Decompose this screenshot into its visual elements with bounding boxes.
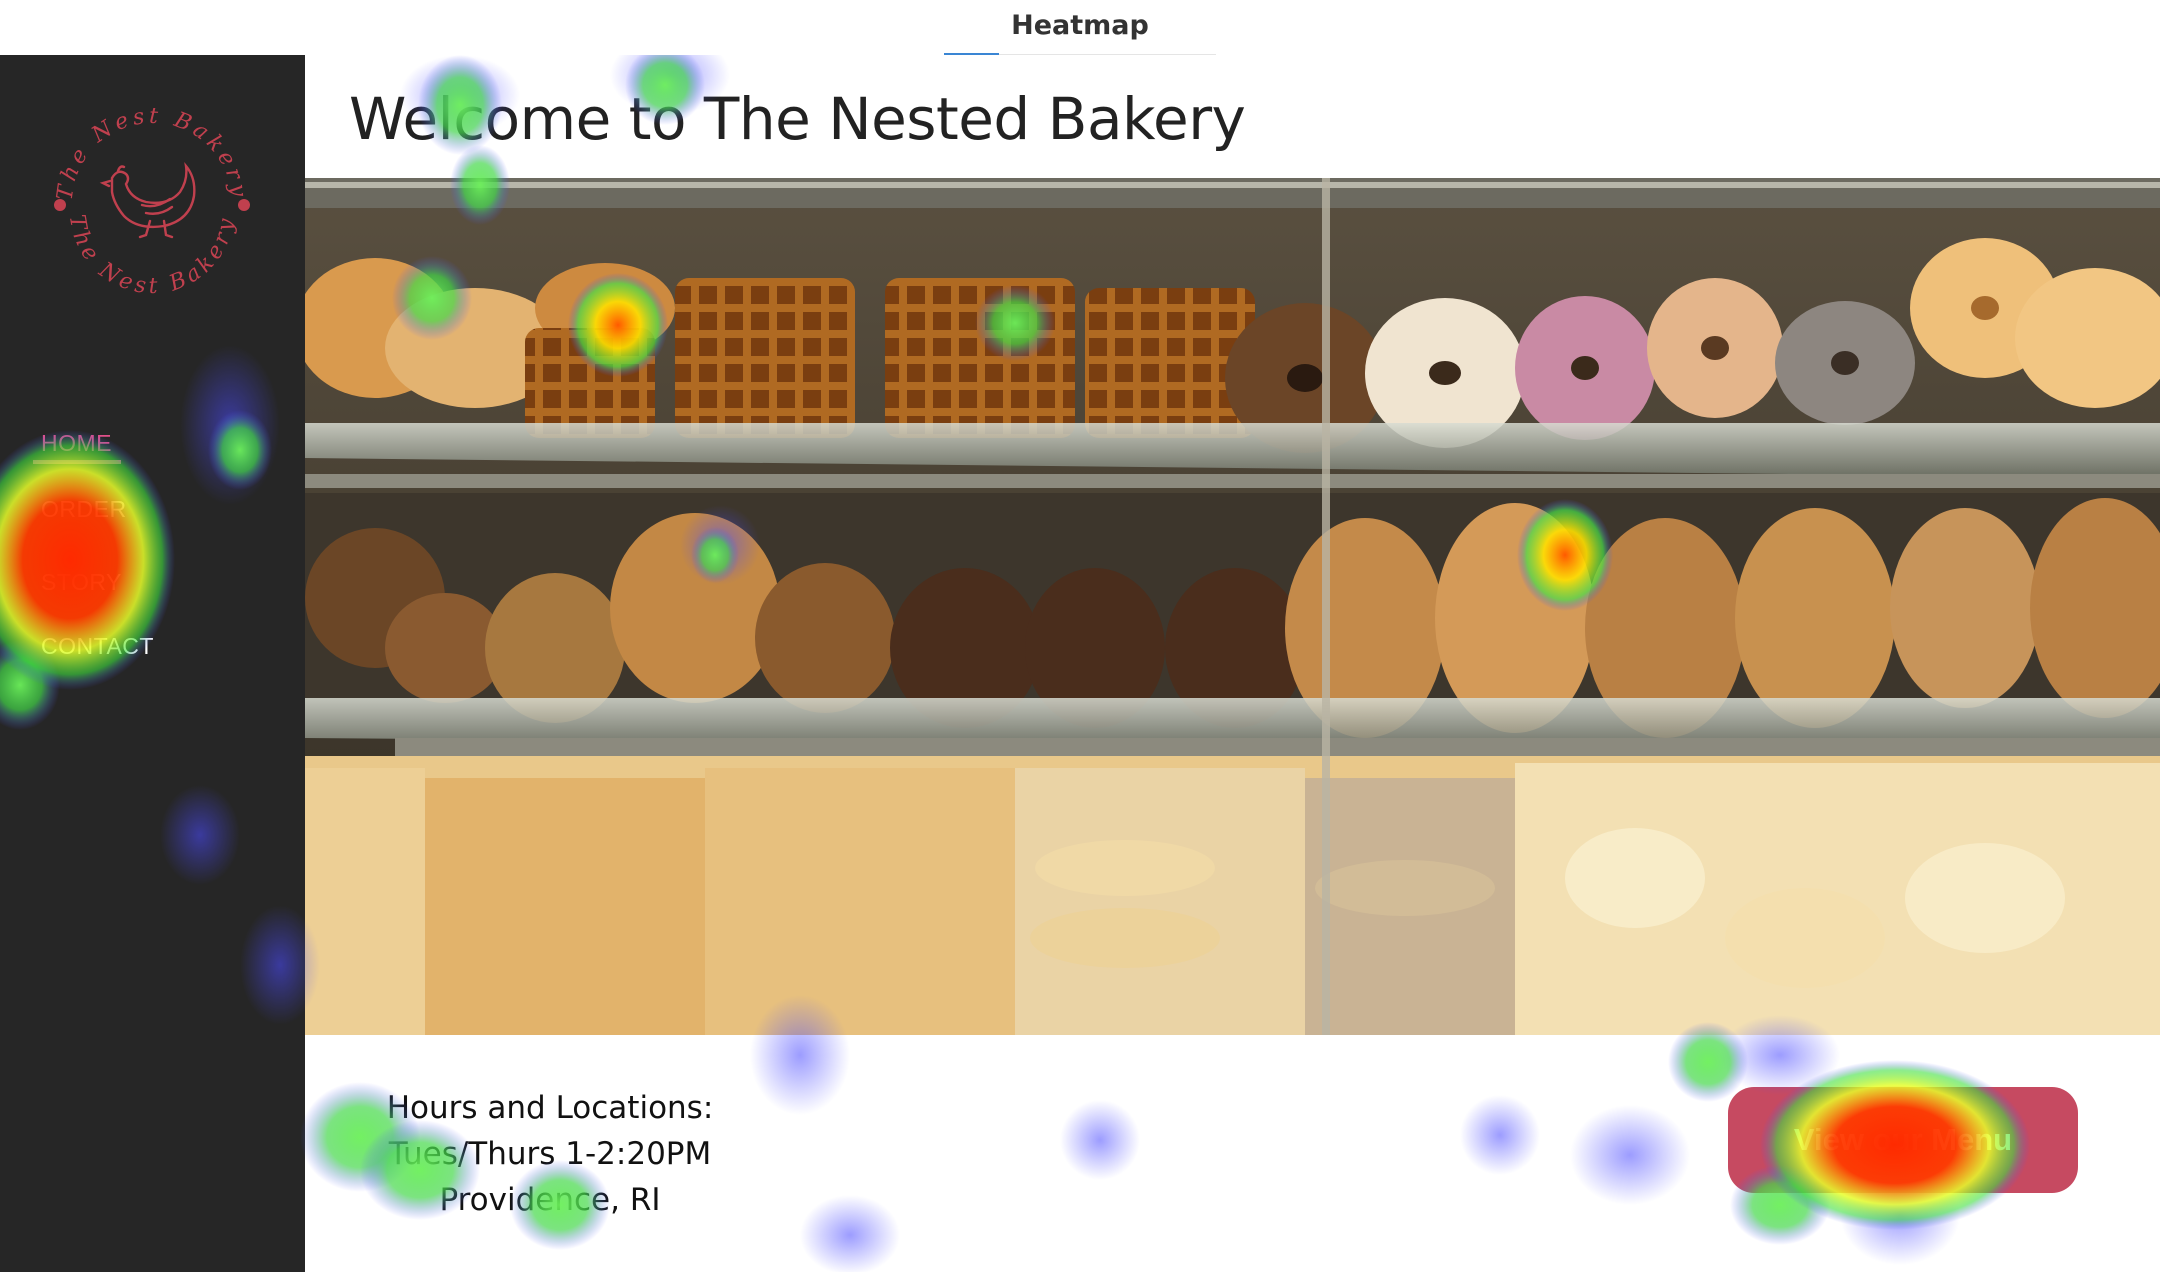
hen-logo-icon: [99, 161, 196, 239]
hours-time: Tues/Thurs 1-2:20PM: [388, 1136, 712, 1172]
hours-place: Providence, RI: [439, 1182, 661, 1218]
bakery-logo[interactable]: The Nest Bakery The Nest Bakery: [42, 93, 262, 313]
sidebar: The Nest Bakery The Nest Bakery HOME ORD…: [0, 55, 305, 1272]
hours-and-locations: Hours and Locations: Tues/Thurs 1-2:20PM…: [365, 1085, 735, 1223]
row-3-pastries: [305, 756, 2160, 1035]
svg-text:The Nest Bakery: The Nest Bakery: [53, 104, 252, 202]
nav-contact[interactable]: CONTACT: [41, 633, 154, 660]
website-page: The Nest Bakery The Nest Bakery HOME ORD…: [0, 55, 2160, 1272]
hours-title: Hours and Locations:: [386, 1090, 714, 1126]
nav-story[interactable]: STORY: [41, 569, 122, 596]
nav-home[interactable]: HOME: [41, 430, 112, 457]
heatmap-title: Heatmap: [1011, 10, 1149, 41]
bakery-display-image: [305, 178, 2160, 1035]
main-content: Welcome to The Nested Bakery Hours and L…: [305, 55, 2160, 1272]
logo-text-top: The Nest Bakery: [53, 104, 248, 202]
page-title: Welcome to The Nested Bakery: [349, 85, 1246, 153]
nav-home-underline: [33, 460, 121, 464]
nav-order[interactable]: ORDER: [41, 496, 127, 523]
view-menu-button[interactable]: View our Menu: [1728, 1087, 2078, 1193]
